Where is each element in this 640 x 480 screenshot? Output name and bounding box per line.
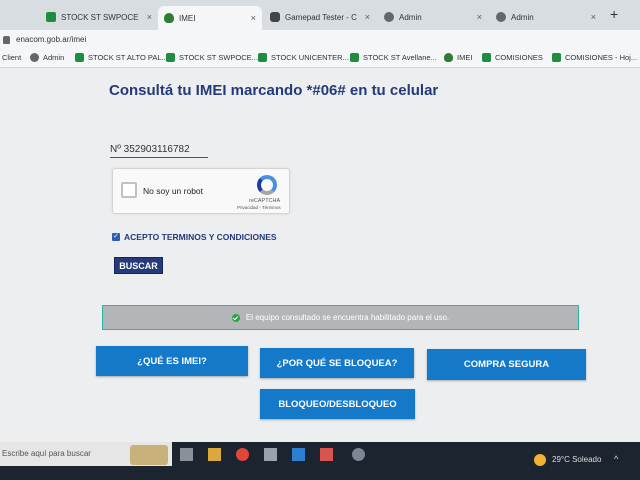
- enacom-icon: [444, 53, 453, 62]
- bookmark-label: Client: [2, 53, 22, 62]
- recaptcha-logo-icon: [257, 175, 277, 195]
- imei-input[interactable]: Nº 352903116782: [110, 144, 208, 158]
- lock-icon: [3, 36, 10, 44]
- task-view-icon[interactable]: [180, 448, 193, 461]
- enacom-icon: [164, 13, 174, 23]
- gamepad-icon: [270, 12, 280, 22]
- sheets-icon: [350, 53, 359, 62]
- sheets-icon: [166, 53, 175, 62]
- recaptcha-links[interactable]: Privacidad - Términos: [237, 205, 281, 210]
- calculator-icon[interactable]: [264, 448, 277, 461]
- sheets-icon: [482, 53, 491, 62]
- tab-label: Admin: [399, 12, 422, 22]
- recaptcha-label: No soy un robot: [143, 186, 204, 196]
- terms-checkbox-row[interactable]: ✓ ACEPTO TERMINOS Y CONDICIONES: [112, 232, 277, 242]
- globe-icon: [496, 12, 506, 22]
- bookmark-comisiones[interactable]: COMISIONES: [482, 53, 543, 62]
- close-tab-icon[interactable]: ×: [365, 12, 370, 22]
- clock-app-icon[interactable]: [292, 448, 305, 461]
- recaptcha-checkbox[interactable]: [121, 182, 137, 198]
- bookmark-comisiones-hoja[interactable]: COMISIONES - Hoj...: [552, 53, 637, 62]
- weather-text[interactable]: 29°C Soleado: [552, 455, 601, 464]
- media-app-icon[interactable]: [320, 448, 333, 461]
- url-text[interactable]: enacom.gob.ar/imei: [16, 35, 86, 44]
- bookmark-admin[interactable]: Admin: [30, 53, 64, 62]
- recaptcha-widget: No soy un robot reCAPTCHA Privacidad - T…: [112, 168, 290, 214]
- taskbar: Escribe aquí para buscar 29°C Soleado ^: [0, 442, 640, 480]
- messenger-icon[interactable]: [352, 448, 365, 461]
- tab-imei[interactable]: IMEI ×: [158, 6, 262, 30]
- tab-label: STOCK ST SWPOCENT: [61, 12, 139, 22]
- tray-chevron-up-icon[interactable]: ^: [614, 454, 618, 464]
- tab-label: Admin: [511, 12, 534, 22]
- result-text: El equipo consultado se encuentra habili…: [245, 313, 450, 322]
- bookmark-label: STOCK ST Avellane...: [363, 53, 437, 62]
- browser-tab-strip: STOCK ST SWPOCENT × IMEI × Gamepad Teste…: [0, 0, 640, 30]
- bookmark-stock-alto-pal[interactable]: STOCK ST ALTO PAL...: [75, 53, 168, 62]
- new-tab-button[interactable]: +: [610, 6, 618, 22]
- close-tab-icon[interactable]: ×: [147, 12, 152, 22]
- block-unblock-button[interactable]: BLOQUEO/DESBLOQUEO: [260, 389, 415, 419]
- bookmark-label: IMEI: [457, 53, 473, 62]
- bookmark-label: COMISIONES: [495, 53, 543, 62]
- bookmark-label: STOCK ST SWPOCE...: [179, 53, 258, 62]
- terms-label: ACEPTO TERMINOS Y CONDICIONES: [124, 232, 277, 242]
- sheets-icon: [75, 53, 84, 62]
- bookmark-stock-swpoce[interactable]: STOCK ST SWPOCE...: [166, 53, 258, 62]
- result-banner: El equipo consultado se encuentra habili…: [102, 305, 579, 330]
- what-is-imei-button[interactable]: ¿QUÉ ES IMEI?: [96, 346, 248, 376]
- recaptcha-brand: reCAPTCHA: [249, 198, 281, 204]
- bookmark-imei[interactable]: IMEI: [444, 53, 472, 62]
- tab-admin-1[interactable]: Admin ×: [378, 6, 488, 28]
- tab-stock-swpocent[interactable]: STOCK ST SWPOCENT ×: [40, 6, 158, 28]
- bookmark-client[interactable]: Client: [2, 53, 21, 62]
- bookmarks-bar: Client Admin STOCK ST ALTO PAL... STOCK …: [0, 50, 640, 68]
- address-bar[interactable]: enacom.gob.ar/imei: [0, 30, 640, 50]
- bookmark-label: Admin: [43, 53, 65, 62]
- why-blocked-button[interactable]: ¿POR QUÉ SE BLOQUEA?: [260, 348, 414, 378]
- sun-icon: [534, 454, 546, 466]
- page-content: Consultá tu IMEI marcando *#06# en tu ce…: [0, 68, 640, 442]
- close-tab-icon[interactable]: ×: [477, 12, 482, 22]
- check-circle-icon: [231, 313, 240, 322]
- safe-purchase-button[interactable]: COMPRA SEGURA: [427, 349, 586, 380]
- sheets-icon: [552, 53, 561, 62]
- tab-label: IMEI: [179, 13, 196, 23]
- page-title: Consultá tu IMEI marcando *#06# en tu ce…: [109, 82, 439, 99]
- checkbox-checked-icon[interactable]: ✓: [112, 233, 120, 241]
- search-button[interactable]: BUSCAR: [114, 257, 163, 274]
- search-highlight-icon: [130, 445, 168, 465]
- tab-label: Gamepad Tester - Che: [285, 12, 357, 22]
- close-tab-icon[interactable]: ×: [591, 12, 596, 22]
- bookmark-stock-unicenter[interactable]: STOCK UNICENTER...: [258, 53, 349, 62]
- sheets-icon: [46, 12, 56, 22]
- bookmark-label: COMISIONES - Hoj...: [565, 53, 638, 62]
- close-tab-icon[interactable]: ×: [251, 13, 256, 23]
- bookmark-stock-avellaneda[interactable]: STOCK ST Avellane...: [350, 53, 437, 62]
- bookmark-label: STOCK ST ALTO PAL...: [88, 53, 168, 62]
- bookmark-label: STOCK UNICENTER...: [271, 53, 349, 62]
- file-explorer-icon[interactable]: [208, 448, 221, 461]
- globe-icon: [384, 12, 394, 22]
- tab-gamepad-tester[interactable]: Gamepad Tester - Che ×: [264, 6, 376, 28]
- chrome-icon[interactable]: [236, 448, 249, 461]
- globe-icon: [30, 53, 39, 62]
- tab-admin-2[interactable]: Admin ×: [490, 6, 602, 28]
- sheets-icon: [258, 53, 267, 62]
